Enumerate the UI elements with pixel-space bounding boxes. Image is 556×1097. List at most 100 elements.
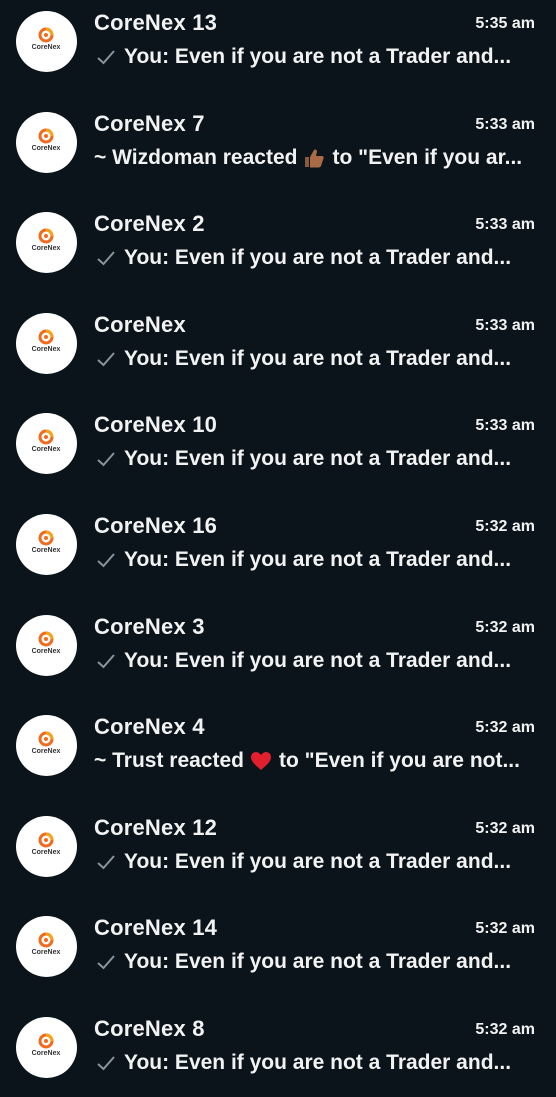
preview-text: to "Even if you are not... — [278, 749, 520, 773]
svg-text:CoreNex: CoreNex — [32, 748, 61, 755]
chat-row[interactable]: CoreNex CoreNex 16 5:32 am You: Even if … — [0, 493, 556, 594]
avatar[interactable]: CoreNex — [16, 715, 77, 777]
chat-row[interactable]: CoreNex CoreNex 7 5:33 am ~ Wizdoman rea… — [0, 91, 556, 192]
corenex-logo-icon: CoreNex — [32, 530, 61, 554]
chat-name: CoreNex — [94, 311, 186, 337]
chat-row[interactable]: CoreNex CoreNex 13 5:35 am You: Even if … — [0, 0, 556, 91]
svg-text:CoreNex: CoreNex — [32, 245, 61, 252]
corenex-logo-icon: CoreNex — [32, 631, 61, 655]
avatar[interactable]: CoreNex — [16, 815, 77, 877]
chat-time: 5:32 am — [475, 920, 535, 938]
chat-row[interactable]: CoreNex CoreNex 12 5:32 am You: Even if … — [0, 795, 556, 896]
chat-name: CoreNex 2 — [94, 211, 205, 237]
corenex-logo-icon: CoreNex — [32, 731, 61, 755]
avatar[interactable]: CoreNex — [16, 513, 77, 575]
chat-row[interactable]: CoreNex CoreNex 8 5:32 am You: Even if y… — [0, 996, 556, 1097]
preview-text: You: Even if you are not a Trader and... — [124, 447, 512, 471]
svg-text:CoreNex: CoreNex — [32, 949, 61, 956]
chat-preview: You: Even if you are not a Trader and... — [94, 45, 524, 69]
svg-text:CoreNex: CoreNex — [32, 849, 61, 856]
chat-time: 5:33 am — [475, 216, 535, 234]
chat-preview: ~ Trust reacted to "Even if you are not.… — [94, 749, 524, 773]
chat-name: CoreNex 13 — [94, 10, 218, 35]
svg-text:CoreNex: CoreNex — [32, 145, 61, 152]
corenex-logo-icon: CoreNex — [32, 329, 61, 353]
corenex-logo-icon: CoreNex — [32, 228, 61, 252]
avatar[interactable]: CoreNex — [16, 312, 77, 374]
chat-name: CoreNex 10 — [94, 412, 218, 438]
preview-text: You: Even if you are not a Trader and... — [124, 849, 512, 873]
avatar[interactable]: CoreNex — [16, 212, 77, 274]
svg-text:CoreNex: CoreNex — [32, 44, 61, 51]
heart-icon — [249, 750, 273, 772]
corenex-logo-icon: CoreNex — [32, 429, 61, 453]
avatar[interactable]: CoreNex — [16, 1016, 77, 1078]
chat-time: 5:32 am — [475, 618, 535, 636]
chat-time: 5:32 am — [475, 517, 535, 535]
chat-preview: ~ Wizdoman reacted to "Even if you ar... — [94, 146, 524, 170]
chat-row[interactable]: CoreNex CoreNex 4 5:32 am ~ Trust reacte… — [0, 694, 556, 795]
chat-row[interactable]: CoreNex CoreNex 14 5:32 am You: Even if … — [0, 895, 556, 996]
preview-text: You: Even if you are not a Trader and... — [124, 547, 512, 571]
chat-row[interactable]: CoreNex CoreNex 2 5:33 am You: Even if y… — [0, 191, 556, 292]
chat-name: CoreNex 16 — [94, 512, 218, 538]
chat-name: CoreNex 7 — [94, 110, 205, 136]
check-icon — [95, 449, 117, 469]
corenex-logo-icon: CoreNex — [32, 932, 61, 956]
check-icon — [95, 852, 117, 872]
chat-preview: You: Even if you are not a Trader and... — [94, 850, 524, 874]
chat-list: CoreNex CoreNex 13 5:35 am You: Even if … — [0, 0, 556, 1097]
corenex-logo-icon: CoreNex — [32, 27, 61, 51]
chat-time: 5:32 am — [475, 719, 535, 737]
preview-text: You: Even if you are not a Trader and... — [124, 246, 512, 270]
chat-name: CoreNex 3 — [94, 613, 205, 639]
chat-name: CoreNex 14 — [94, 915, 218, 941]
svg-text:CoreNex: CoreNex — [32, 547, 61, 554]
avatar[interactable]: CoreNex — [16, 111, 77, 173]
chat-time: 5:32 am — [475, 1020, 535, 1038]
chat-time: 5:33 am — [475, 316, 535, 334]
svg-text:CoreNex: CoreNex — [32, 446, 61, 453]
preview-text: You: Even if you are not a Trader and... — [124, 950, 512, 974]
chat-name: CoreNex 12 — [94, 814, 218, 840]
check-icon — [95, 550, 117, 570]
corenex-logo-icon: CoreNex — [32, 832, 61, 856]
chat-row[interactable]: CoreNex CoreNex 3 5:32 am You: Even if y… — [0, 594, 556, 695]
avatar[interactable]: CoreNex — [16, 614, 77, 676]
preview-text: You: Even if you are not a Trader and... — [124, 45, 512, 68]
thumbs-up-icon — [302, 147, 326, 169]
chat-time: 5:33 am — [475, 417, 535, 435]
check-icon — [95, 248, 117, 268]
check-icon — [95, 952, 117, 972]
check-icon — [95, 349, 117, 369]
preview-text: You: Even if you are not a Trader and... — [124, 346, 512, 370]
avatar[interactable]: CoreNex — [16, 11, 77, 72]
preview-text: You: Even if you are not a Trader and... — [124, 1050, 512, 1074]
preview-text: ~ Trust reacted — [94, 749, 244, 773]
chat-time: 5:33 am — [475, 115, 535, 133]
svg-text:CoreNex: CoreNex — [32, 1050, 61, 1057]
chat-time: 5:32 am — [475, 819, 535, 837]
corenex-logo-icon: CoreNex — [32, 128, 61, 152]
chat-preview: You: Even if you are not a Trader and... — [94, 950, 524, 974]
chat-preview: You: Even if you are not a Trader and... — [94, 548, 524, 572]
corenex-logo-icon: CoreNex — [32, 1033, 61, 1057]
chat-row[interactable]: CoreNex CoreNex 5:33 am You: Even if you… — [0, 292, 556, 393]
svg-text:CoreNex: CoreNex — [32, 346, 61, 353]
avatar[interactable]: CoreNex — [16, 413, 77, 475]
chat-name: CoreNex 8 — [94, 1015, 205, 1041]
chat-row[interactable]: CoreNex CoreNex 10 5:33 am You: Even if … — [0, 392, 556, 493]
svg-text:CoreNex: CoreNex — [32, 648, 61, 655]
chat-preview: You: Even if you are not a Trader and... — [94, 347, 524, 371]
check-icon — [95, 1053, 117, 1073]
chat-name: CoreNex 4 — [94, 714, 205, 740]
chat-preview: You: Even if you are not a Trader and... — [94, 447, 524, 471]
chat-preview: You: Even if you are not a Trader and... — [94, 649, 524, 673]
chat-preview: You: Even if you are not a Trader and... — [94, 246, 524, 270]
chat-preview: You: Even if you are not a Trader and... — [94, 1051, 524, 1075]
preview-text: ~ Wizdoman reacted — [94, 145, 298, 169]
check-icon — [95, 47, 117, 67]
avatar[interactable]: CoreNex — [16, 916, 77, 978]
chat-time: 5:35 am — [475, 15, 535, 32]
preview-text: to "Even if you ar... — [332, 145, 523, 169]
